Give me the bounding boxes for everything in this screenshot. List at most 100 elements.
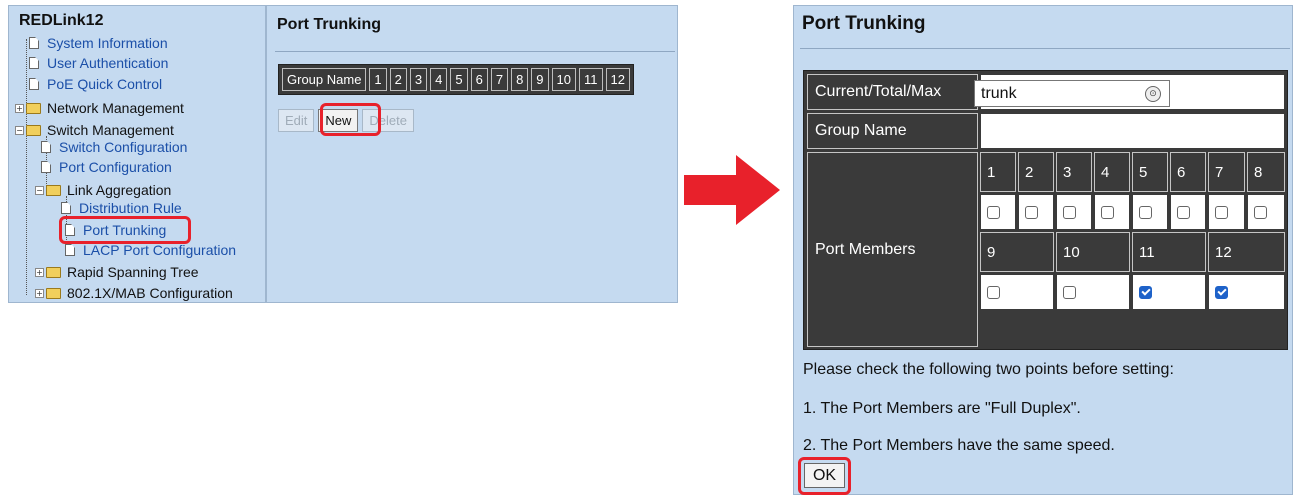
port-header: 4 <box>1094 152 1130 192</box>
collapse-icon[interactable]: − <box>35 185 44 195</box>
group-name-value: trunk <box>981 84 1017 102</box>
folder-open-icon <box>46 184 61 196</box>
notice-point-1: 1. The Port Members are "Full Duplex". <box>803 400 1081 417</box>
folder-icon <box>46 266 61 278</box>
expand-icon[interactable]: + <box>15 103 24 113</box>
table-filler <box>980 312 1285 347</box>
page-icon <box>29 37 39 49</box>
port-8-checkbox[interactable] <box>1254 205 1267 219</box>
port-trunking-highlight <box>59 216 191 244</box>
sidebar-item-8021x-mab-configuration[interactable]: + 802.1X/MAB Configuration <box>35 283 233 303</box>
page-icon <box>41 161 51 173</box>
port-1-cell <box>980 194 1016 230</box>
port-6-cell <box>1170 194 1206 230</box>
title-divider <box>800 48 1290 49</box>
right-screenshot-panel: Port Trunking Current/Total/Max 1/ 1/ 6 … <box>793 5 1293 495</box>
table-header-port: 5 <box>450 68 468 91</box>
port-header: 7 <box>1208 152 1245 192</box>
port-7-checkbox[interactable] <box>1215 205 1228 219</box>
group-name-input[interactable]: trunk ⊙ <box>974 80 1170 107</box>
port-9-checkbox[interactable] <box>987 285 1000 299</box>
port-11-checkbox[interactable] <box>1139 285 1152 299</box>
folder-open-icon <box>26 124 41 136</box>
edit-button[interactable]: Edit <box>278 109 315 132</box>
page-icon <box>29 78 39 90</box>
sidebar-item-link-aggregation[interactable]: − Link Aggregation <box>35 180 171 200</box>
port-4-cell <box>1094 194 1130 230</box>
page-icon <box>29 57 39 69</box>
port-members-label: Port Members <box>807 152 978 347</box>
table-header-port: 7 <box>490 68 509 91</box>
new-button-highlight <box>320 103 381 136</box>
table-header-port: 6 <box>470 68 488 91</box>
expand-icon[interactable]: + <box>35 288 44 298</box>
port-5-cell <box>1132 194 1168 230</box>
page-icon <box>65 244 75 256</box>
current-total-max-label: Current/Total/Max <box>807 74 978 110</box>
port-10-checkbox[interactable] <box>1063 285 1076 299</box>
table-header-port: 8 <box>511 68 529 91</box>
sidebar-item-user-authentication[interactable]: User Authentication <box>29 53 168 73</box>
left-screenshot-panel: REDLink12 System Information User Authen… <box>8 5 678 303</box>
notice-point-2: 2. The Port Members have the same speed. <box>803 437 1115 454</box>
group-name-cell <box>980 113 1285 149</box>
group-name-label: Group Name <box>807 113 978 149</box>
port-7-cell <box>1208 194 1245 230</box>
port-3-cell <box>1056 194 1092 230</box>
table-header-port: 2 <box>389 68 407 91</box>
table-header-port: 10 <box>551 68 576 91</box>
folder-icon <box>46 287 61 299</box>
sidebar-tree: REDLink12 System Information User Authen… <box>9 6 267 302</box>
port-5-checkbox[interactable] <box>1139 205 1152 219</box>
port-4-checkbox[interactable] <box>1101 205 1114 219</box>
right-arrow-icon <box>684 155 780 225</box>
ok-button-highlight <box>798 457 851 495</box>
port-12-checkbox[interactable] <box>1215 285 1228 299</box>
table-header-port: 4 <box>430 68 448 91</box>
port-11-cell <box>1132 274 1206 310</box>
title-divider <box>275 51 675 52</box>
table-header-port: 1 <box>369 68 387 91</box>
port-header: 6 <box>1170 152 1206 192</box>
port-header: 8 <box>1247 152 1285 192</box>
port-9-cell <box>980 274 1054 310</box>
port-header: 12 <box>1208 232 1285 272</box>
port-8-cell <box>1247 194 1285 230</box>
collapse-icon[interactable]: − <box>15 125 24 135</box>
tree-connector <box>26 39 27 295</box>
port-3-checkbox[interactable] <box>1063 205 1076 219</box>
sidebar-item-rapid-spanning-tree[interactable]: + Rapid Spanning Tree <box>35 262 199 282</box>
folder-icon <box>26 102 41 114</box>
input-clear-icon[interactable]: ⊙ <box>1145 86 1161 102</box>
port-header: 3 <box>1056 152 1092 192</box>
page-icon <box>41 141 51 153</box>
port-header: 9 <box>980 232 1054 272</box>
port-1-checkbox[interactable] <box>987 205 1000 219</box>
table-header-port: 12 <box>605 68 630 91</box>
port-12-cell <box>1208 274 1285 310</box>
port-2-checkbox[interactable] <box>1025 205 1038 219</box>
port-10-cell <box>1056 274 1130 310</box>
left-content-area: Port Trunking Group Name 1 2 3 4 5 6 7 8… <box>271 6 677 302</box>
table-header-group-name: Group Name <box>282 68 367 91</box>
sidebar-item-system-information[interactable]: System Information <box>29 33 168 53</box>
expand-icon[interactable]: + <box>35 267 44 277</box>
port-header: 11 <box>1132 232 1206 272</box>
sidebar-item-distribution-rule[interactable]: Distribution Rule <box>61 198 182 218</box>
table-header-port: 11 <box>579 68 603 91</box>
trunk-group-table: Group Name 1 2 3 4 5 6 7 8 9 10 11 12 <box>278 64 634 95</box>
sidebar-item-poe-quick-control[interactable]: PoE Quick Control <box>29 74 162 94</box>
page-title: Port Trunking <box>277 16 381 33</box>
table-header-port: 3 <box>409 68 428 91</box>
page-icon <box>61 202 71 214</box>
table-header-port: 9 <box>531 68 549 91</box>
sidebar-item-port-configuration[interactable]: Port Configuration <box>41 157 172 177</box>
port-6-checkbox[interactable] <box>1177 205 1190 219</box>
trunk-settings-table: Current/Total/Max 1/ 1/ 6 Groups Group N… <box>803 70 1288 350</box>
port-header: 2 <box>1018 152 1054 192</box>
port-header: 5 <box>1132 152 1168 192</box>
sidebar-item-switch-configuration[interactable]: Switch Configuration <box>41 137 187 157</box>
sidebar-item-network-management[interactable]: + Network Management <box>15 98 184 118</box>
notice-text: Please check the following two points be… <box>803 361 1174 378</box>
port-header: 1 <box>980 152 1016 192</box>
